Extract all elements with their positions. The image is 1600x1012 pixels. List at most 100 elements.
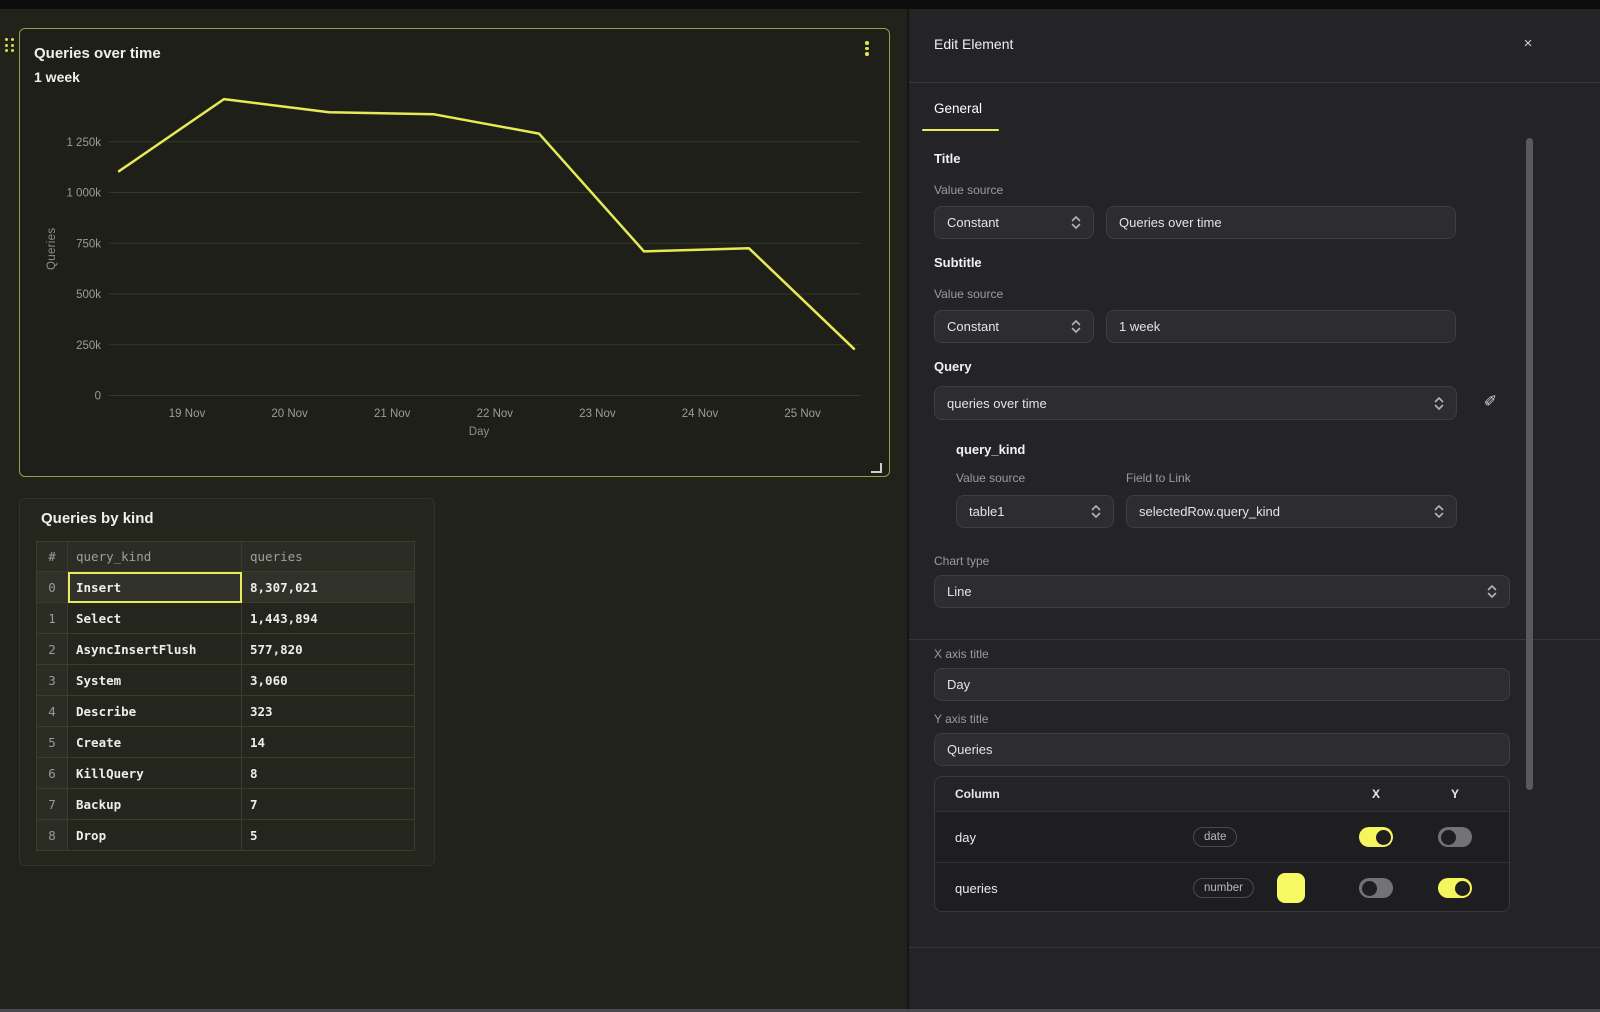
resize-handle[interactable] <box>871 463 882 473</box>
query-kind-cell[interactable]: Insert <box>68 572 242 603</box>
edit-query-pencil-icon[interactable]: ✎ <box>1482 393 1502 406</box>
queries-by-kind-table: #query_kindqueries 0Insert8,307,0211Sele… <box>36 541 415 851</box>
query-kind-cell[interactable]: Drop <box>68 820 242 851</box>
window-top-bar <box>0 0 1600 9</box>
queries-count-cell[interactable]: 8,307,021 <box>242 572 415 603</box>
queries-count-cell[interactable]: 8 <box>242 758 415 789</box>
chevron-updown-icon <box>1071 319 1081 334</box>
query-kind-source-select[interactable]: table1 <box>956 495 1114 528</box>
table-card-title: Queries by kind <box>41 510 154 527</box>
field-to-link-select[interactable]: selectedRow.query_kind <box>1126 495 1457 528</box>
row-index-cell: 6 <box>37 758 68 789</box>
row-index-cell: 0 <box>37 572 68 603</box>
chevron-updown-icon <box>1071 215 1081 230</box>
x-header-label: X <box>1333 787 1419 801</box>
close-icon[interactable]: × <box>1518 34 1538 54</box>
y-tick-label: 1 000k <box>66 188 101 200</box>
queries-count-cell[interactable]: 7 <box>242 789 415 820</box>
x-tick-label: 25 Nov <box>784 408 821 420</box>
column-header-label: Column <box>955 787 1193 801</box>
query-kind-cell[interactable]: Create <box>68 727 242 758</box>
y-tick-label: 0 <box>95 391 101 403</box>
x-axis-title-input[interactable]: Day <box>934 668 1510 701</box>
kebab-menu-icon[interactable] <box>865 41 869 56</box>
chart-type-select[interactable]: Line <box>934 575 1510 608</box>
query-kind-cell[interactable]: Select <box>68 603 242 634</box>
y-tick-label: 250k <box>76 340 101 352</box>
line-chart: 0250k500k750k1 000k1 250k19 Nov20 Nov21 … <box>20 29 888 475</box>
subtitle-value-input[interactable]: 1 week <box>1106 310 1456 343</box>
title-source-value: Constant <box>947 215 999 230</box>
y-toggle[interactable] <box>1438 827 1472 847</box>
kind-table-header: query_kind <box>68 542 242 572</box>
query-select[interactable]: queries over time <box>934 386 1457 420</box>
drag-handle-icon[interactable] <box>5 38 14 56</box>
subtitle-source-select[interactable]: Constant <box>934 310 1094 343</box>
dashboard-canvas: 0250k500k750k1 000k1 250k19 Nov20 Nov21 … <box>0 9 907 1012</box>
query-kind-source-value: table1 <box>969 504 1004 519</box>
kind-table-header: queries <box>242 542 415 572</box>
series-color-swatch[interactable] <box>1277 873 1305 903</box>
divider <box>909 639 1600 640</box>
queries-count-cell[interactable]: 3,060 <box>242 665 415 696</box>
y-tick-label: 750k <box>76 238 101 250</box>
x-tick-label: 20 Nov <box>271 408 308 420</box>
x-toggle[interactable] <box>1359 878 1393 898</box>
table-row[interactable]: 3System3,060 <box>37 665 415 696</box>
chevron-updown-icon <box>1487 584 1497 599</box>
y-axis-title-input[interactable]: Queries <box>934 733 1510 766</box>
tab-general[interactable]: General <box>934 101 982 116</box>
table-row[interactable]: 8Drop5 <box>37 820 415 851</box>
field-to-link-label: Field to Link <box>1126 471 1191 485</box>
column-config-row: queriesnumber <box>935 862 1509 912</box>
row-index-cell: 3 <box>37 665 68 696</box>
columns-table-header: ColumnXY <box>935 777 1509 811</box>
edit-element-panel: Edit Element × General Title Value sourc… <box>907 9 1600 1012</box>
y-toggle[interactable] <box>1438 878 1472 898</box>
title-value: Queries over time <box>1119 215 1222 230</box>
table-row[interactable]: 0Insert8,307,021 <box>37 572 415 603</box>
table-row[interactable]: 4Describe323 <box>37 696 415 727</box>
table-card[interactable]: Queries by kind #query_kindqueries 0Inse… <box>19 498 435 866</box>
query-select-value: queries over time <box>947 396 1047 411</box>
x-toggle[interactable] <box>1359 827 1393 847</box>
query-kind-cell[interactable]: Describe <box>68 696 242 727</box>
chart-card[interactable]: 0250k500k750k1 000k1 250k19 Nov20 Nov21 … <box>19 28 890 477</box>
y-axis-title-label: Y axis title <box>934 712 988 726</box>
chevron-updown-icon <box>1091 504 1101 519</box>
query-section-heading: Query <box>934 359 972 374</box>
field-to-link-value: selectedRow.query_kind <box>1139 504 1280 519</box>
tab-active-underline <box>922 129 999 131</box>
query-kind-cell[interactable]: AsyncInsertFlush <box>68 634 242 665</box>
panel-scrollbar[interactable] <box>1526 138 1533 790</box>
queries-count-cell[interactable]: 1,443,894 <box>242 603 415 634</box>
row-index-cell: 5 <box>37 727 68 758</box>
kind-table-header: # <box>37 542 68 572</box>
row-index-cell: 1 <box>37 603 68 634</box>
queries-count-cell[interactable]: 5 <box>242 820 415 851</box>
subtitle-source-value: Constant <box>947 319 999 334</box>
subtitle-section-heading: Subtitle <box>934 255 982 270</box>
queries-count-cell[interactable]: 14 <box>242 727 415 758</box>
x-tick-label: 24 Nov <box>682 408 719 420</box>
value-source-label: Value source <box>934 183 1003 197</box>
query-kind-cell[interactable]: Backup <box>68 789 242 820</box>
title-source-select[interactable]: Constant <box>934 206 1094 239</box>
query-kind-cell[interactable]: System <box>68 665 242 696</box>
table-row[interactable]: 2AsyncInsertFlush577,820 <box>37 634 415 665</box>
table-row[interactable]: 1Select1,443,894 <box>37 603 415 634</box>
table-row[interactable]: 7Backup7 <box>37 789 415 820</box>
column-name: queries <box>955 881 1193 896</box>
table-row[interactable]: 5Create14 <box>37 727 415 758</box>
query-kind-cell[interactable]: KillQuery <box>68 758 242 789</box>
queries-count-cell[interactable]: 323 <box>242 696 415 727</box>
y-tick-label: 500k <box>76 289 101 301</box>
chart-subtitle: 1 week <box>34 69 80 85</box>
chart-type-label: Chart type <box>934 554 989 568</box>
table-row[interactable]: 6KillQuery8 <box>37 758 415 789</box>
divider <box>909 82 1600 83</box>
queries-count-cell[interactable]: 577,820 <box>242 634 415 665</box>
divider <box>909 947 1600 948</box>
title-section-heading: Title <box>934 151 961 166</box>
title-value-input[interactable]: Queries over time <box>1106 206 1456 239</box>
